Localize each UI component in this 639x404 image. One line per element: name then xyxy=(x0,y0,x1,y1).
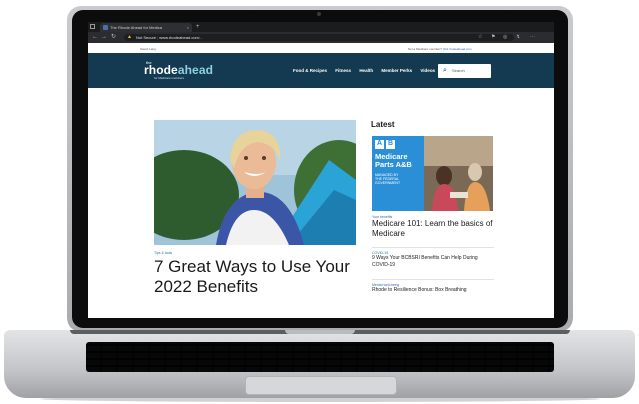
browser-tab[interactable]: The Rhode Ahead for Medica × xyxy=(100,23,192,32)
keyboard xyxy=(86,342,554,372)
webcam xyxy=(317,12,321,16)
reload-icon[interactable]: ↻ xyxy=(111,33,116,42)
forward-icon[interactable]: → xyxy=(101,33,107,42)
utility-text: Not a Medicare member? xyxy=(408,47,443,51)
latest-item-title[interactable]: Rhode to Resilience Bonus: Box Breathing xyxy=(372,287,494,294)
latest-item-title[interactable]: Medicare 101: Learn the basics of Medica… xyxy=(372,219,494,239)
browser-tab-bar: The Rhode Ahead for Medica × + xyxy=(88,22,554,32)
site-logo[interactable]: the rhodeahead for Medicare members xyxy=(144,61,214,81)
thumb-managed-3: GOVERNMENT xyxy=(375,181,401,185)
extension-icon[interactable]: ⚑ xyxy=(491,33,495,42)
tab-close-icon[interactable]: × xyxy=(187,23,189,32)
lid-notch xyxy=(285,330,355,334)
favorite-icon[interactable]: ☆ xyxy=(478,33,482,42)
back-icon[interactable]: ← xyxy=(92,33,98,42)
latest-thumbnail[interactable]: A B Medicare Parts A&B MANAGED BY THE FE… xyxy=(372,136,493,211)
url-domain: www.rhodeahead.com xyxy=(159,35,199,40)
badge-a: A xyxy=(377,140,383,147)
logo-name-part2: ahead xyxy=(177,63,214,77)
logo-name-part1: rhode xyxy=(144,63,178,77)
utility-link[interactable]: Visit rhodeahead.com xyxy=(443,47,472,51)
nav-food-recipes[interactable]: Food & Recipes xyxy=(293,68,327,73)
feature-kicker[interactable]: Tips & tools xyxy=(154,251,172,255)
latest-item[interactable]: Your benefits Medicare 101: Learn the ba… xyxy=(372,215,494,239)
nav-videos[interactable]: Videos xyxy=(420,68,435,73)
search-input[interactable]: ⌕ Search xyxy=(438,64,491,78)
nav-health[interactable]: Health xyxy=(359,68,373,73)
collections-icon[interactable]: ↯ xyxy=(516,33,520,42)
browser-address-bar: ← → ↻ ▲ Not Secure | www.rhodeahead.com/… xyxy=(88,32,554,43)
latest-item-title[interactable]: 9 Ways Your BCBSRI Benefits Can Help Dur… xyxy=(372,255,494,269)
badge-b: B xyxy=(388,140,394,147)
new-tab-button[interactable]: + xyxy=(196,22,200,32)
hero-image[interactable] xyxy=(154,120,356,245)
profile-icon[interactable]: ◎ xyxy=(503,33,507,42)
latest-heading: Latest xyxy=(371,120,395,129)
security-label: Not Secure xyxy=(136,35,157,40)
divider xyxy=(372,247,494,248)
warning-icon: ▲ xyxy=(127,34,132,40)
nav-member-perks[interactable]: Member Perks xyxy=(381,68,412,73)
divider xyxy=(372,279,494,280)
main-nav: Food & Recipes Fitness Health Member Per… xyxy=(293,68,442,73)
trackpad xyxy=(245,376,397,395)
utility-message: Not a Medicare member? Visit rhodeahead.… xyxy=(408,47,472,51)
site-header: the rhodeahead for Medicare members Food… xyxy=(88,53,554,88)
latest-item[interactable]: COVID-19 9 Ways Your BCBSRI Benefits Can… xyxy=(372,251,494,269)
latest-item[interactable]: Mental well-being Rhode to Resilience Bo… xyxy=(372,283,494,294)
thumb-title-2: Parts A&B xyxy=(375,160,412,169)
window-menu-icon[interactable] xyxy=(90,24,95,29)
laptop-screen: The Rhode Ahead for Medica × + ← → ↻ ▲ N… xyxy=(88,22,554,318)
url-field[interactable]: ▲ Not Secure | www.rhodeahead.com/... xyxy=(124,34,514,41)
language-selector[interactable]: Select Lang xyxy=(140,47,156,51)
url-path: /... xyxy=(198,35,204,40)
tab-title: The Rhode Ahead for Medica xyxy=(110,25,163,30)
search-placeholder: Search xyxy=(452,68,465,73)
feature-headline[interactable]: 7 Great Ways to Use Your 2022 Benefits xyxy=(154,257,364,297)
nav-fitness[interactable]: Fitness xyxy=(335,68,351,73)
logo-name: rhodeahead xyxy=(144,63,214,77)
search-icon: ⌕ xyxy=(443,67,447,74)
favicon-icon xyxy=(103,25,108,30)
more-icon[interactable]: ⋯ xyxy=(530,33,535,42)
